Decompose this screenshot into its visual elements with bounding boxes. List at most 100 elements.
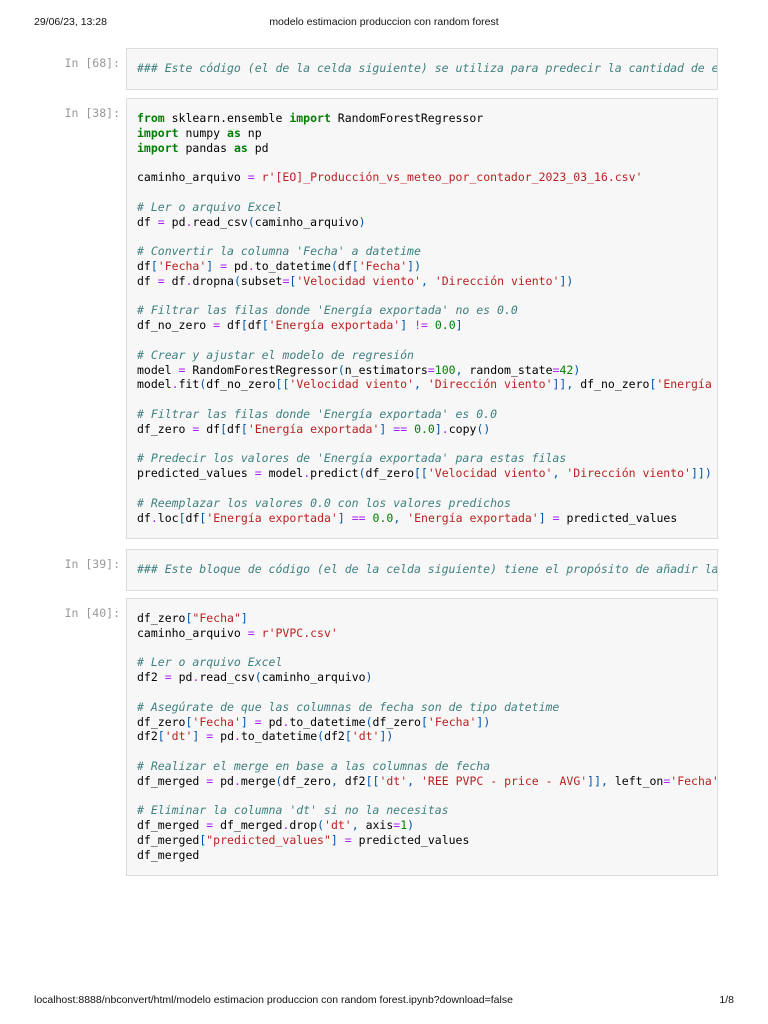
punctuation-token: ]) bbox=[476, 714, 491, 729]
code-text-token: axis bbox=[365, 818, 394, 833]
punctuation-token: , bbox=[407, 773, 421, 788]
string-token: "predicted_values" bbox=[206, 832, 331, 847]
code-text-token: caminho_arquivo bbox=[261, 670, 366, 685]
punctuation-token: ( bbox=[247, 214, 255, 229]
page-number: 1/8 bbox=[719, 994, 734, 1006]
string-token: 'Dirección viento' bbox=[434, 273, 560, 288]
operator-token: = bbox=[344, 832, 352, 847]
code-line: # Eliminar la columna 'dt' si no la nece… bbox=[137, 803, 717, 818]
punctuation-token: ( bbox=[233, 273, 241, 288]
code-text-token: df bbox=[164, 273, 186, 288]
punctuation-token: ) bbox=[358, 214, 366, 229]
comment-token: # Reemplazar los valores 0.0 con los val… bbox=[137, 495, 511, 510]
comment-token: # Crear y ajustar el modelo de regresión bbox=[137, 347, 414, 362]
string-token: 'Fecha' bbox=[358, 258, 408, 273]
keyword-token: as bbox=[233, 140, 248, 155]
code-line: df_merged bbox=[137, 848, 717, 863]
punctuation-token: ]) bbox=[559, 273, 574, 288]
keyword-token: as bbox=[227, 125, 241, 140]
code-line: df = df.dropna(subset=['Velocidad viento… bbox=[137, 274, 717, 289]
code-text-token: pd bbox=[261, 714, 283, 729]
punctuation-token: ]) bbox=[407, 258, 422, 273]
code-text-token: pd bbox=[213, 773, 234, 788]
code-text-token: df_zero bbox=[372, 714, 421, 729]
operator-token: != bbox=[414, 318, 428, 333]
code-text-token: sklearn.ensemble bbox=[164, 111, 290, 125]
string-token: 'Energía exportada' bbox=[407, 510, 539, 525]
comment-token: ### Este código (el de la celda siguient… bbox=[137, 61, 718, 75]
punctuation-token: ] bbox=[240, 714, 248, 729]
string-token: 'dt' bbox=[351, 729, 380, 744]
punctuation-token: [ bbox=[420, 714, 428, 729]
comment-token: # Eliminar la columna 'dt' si no la nece… bbox=[137, 803, 449, 818]
operator-token: . bbox=[150, 510, 158, 525]
punctuation-token: () bbox=[476, 421, 491, 436]
code-editor[interactable]: df_zero["Fecha"] caminho_arquivo = r'PVPC… bbox=[126, 598, 718, 876]
code-line: # Predecir los valores de 'Energía expor… bbox=[137, 451, 717, 466]
punctuation-token: [ bbox=[178, 510, 186, 525]
comment-token: # Ler o arquivo Excel bbox=[137, 199, 283, 214]
code-text-token: df bbox=[137, 258, 151, 273]
code-text-token: subset bbox=[240, 273, 283, 288]
code-line: ### Este código (el de la celda siguient… bbox=[137, 61, 717, 76]
punctuation-token: ) bbox=[407, 818, 415, 833]
code-text-token: predict bbox=[310, 466, 359, 481]
code-text-token: df_merged bbox=[137, 832, 200, 847]
string-token: r'[EO]_Producción_vs_meteo_por_contador_… bbox=[261, 170, 643, 185]
code-line: df.loc[df['Energía exportada'] == 0.0, '… bbox=[137, 511, 717, 526]
punctuation-token: [ bbox=[351, 258, 359, 273]
punctuation-token: , bbox=[393, 510, 408, 525]
code-text-token: df_no_zero bbox=[580, 377, 650, 392]
code-text-token: pd bbox=[213, 729, 235, 744]
code-line: df2 = pd.read_csv(caminho_arquivo) bbox=[137, 670, 717, 685]
code-line: model = RandomForestRegressor(n_estimato… bbox=[137, 363, 717, 378]
code-text-token: dropna bbox=[192, 273, 234, 288]
code-text-token: merge bbox=[240, 773, 276, 788]
code-text-token: read_csv bbox=[192, 214, 248, 229]
code-text-token: df_zero bbox=[137, 714, 186, 729]
code-text-token: read_csv bbox=[199, 670, 255, 685]
code-editor[interactable]: from sklearn.ensemble import RandomFores… bbox=[126, 98, 718, 539]
number-token: 0.0 bbox=[414, 421, 435, 436]
string-token: "Fecha" bbox=[192, 611, 241, 625]
punctuation-token: [ bbox=[220, 421, 228, 436]
comment-token: # Realizar el merge en base a las column… bbox=[137, 758, 491, 773]
punctuation-token: , bbox=[420, 273, 435, 288]
operator-token: = bbox=[247, 170, 255, 185]
code-text-token: df bbox=[137, 273, 158, 288]
code-text-token: df bbox=[247, 318, 262, 333]
code-line: # Reemplazar los valores 0.0 con los val… bbox=[137, 496, 717, 511]
code-text-token: df bbox=[137, 214, 158, 229]
comment-token: # Ler o arquivo Excel bbox=[137, 655, 283, 670]
punctuation-token: ) bbox=[573, 362, 581, 377]
code-text-token: df bbox=[185, 510, 200, 525]
string-token: 'Velocidad viento' bbox=[289, 377, 415, 392]
string-token: 'Velocidad viento' bbox=[427, 466, 553, 481]
punctuation-token: ( bbox=[254, 670, 262, 685]
string-token: 'Energía exportada' bbox=[206, 510, 338, 525]
operator-token: = bbox=[247, 625, 255, 640]
code-line: df_zero = df[df['Energía exportada'] == … bbox=[137, 422, 717, 437]
punctuation-token: [[ bbox=[275, 377, 290, 392]
code-line: # Crear y ajustar el modelo de regresión bbox=[137, 348, 717, 363]
code-text-token: pd bbox=[164, 214, 186, 229]
code-editor[interactable]: ### Este código (el de la celda siguient… bbox=[126, 48, 718, 90]
keyword-token: from bbox=[137, 111, 165, 125]
punctuation-token: ) bbox=[365, 670, 373, 685]
code-line: # Filtrar las filas donde 'Energía expor… bbox=[137, 407, 717, 422]
code-editor[interactable]: ### Este bloque de código (el de la celd… bbox=[126, 549, 718, 591]
punctuation-token: ]) bbox=[379, 729, 394, 744]
code-text-token: caminho_arquivo bbox=[137, 625, 248, 640]
code-line: from sklearn.ensemble import RandomFores… bbox=[137, 111, 717, 126]
punctuation-token: ]]) bbox=[690, 466, 712, 481]
code-text-token: RandomForestRegressor bbox=[185, 362, 338, 377]
code-text-token: df_zero bbox=[137, 611, 186, 625]
code-line: df_no_zero = df[df['Energía exportada'] … bbox=[137, 318, 717, 333]
comment-token: # Filtrar las filas donde 'Energía expor… bbox=[137, 406, 498, 421]
punctuation-token: ]], bbox=[587, 773, 615, 788]
code-text-token: n_estimators bbox=[344, 362, 428, 377]
code-text-token: df_zero bbox=[282, 773, 331, 788]
